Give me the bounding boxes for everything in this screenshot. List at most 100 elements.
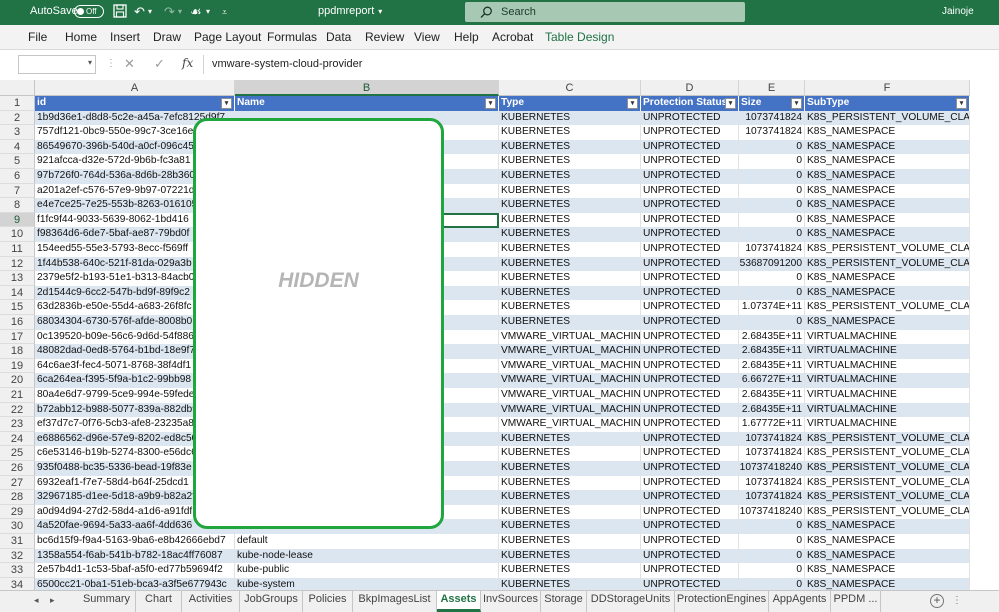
tab-view[interactable]: View xyxy=(414,30,440,44)
row-number[interactable]: 21 xyxy=(0,388,35,403)
table-row[interactable]: 9 f1fc9f44-9033-5639-8062-1bd416 KUBERNETE… xyxy=(0,212,970,228)
cell-type[interactable]: KUBERNETES xyxy=(499,315,641,330)
filter-dropdown-icon[interactable]: ▾ xyxy=(221,97,232,109)
cell-name[interactable]: kube-system xyxy=(235,577,499,590)
cell-subtype[interactable]: VIRTUALMACHINE xyxy=(805,417,970,432)
redo-dropdown-icon[interactable]: ▾ xyxy=(178,4,182,20)
row-number[interactable]: 18 xyxy=(0,344,35,359)
table-row[interactable]: 7 a201a2ef-c576-57e9-9b97-07221d KUBERNETE… xyxy=(0,183,970,199)
cell-subtype[interactable]: K8S_NAMESPACE xyxy=(805,534,970,549)
cell-size[interactable]: 0 xyxy=(739,548,805,564)
cell-protection-status[interactable]: UNPROTECTED xyxy=(641,577,739,590)
plus-icon[interactable]: + xyxy=(930,594,944,608)
search-box[interactable]: Search xyxy=(465,2,745,22)
cell-subtype[interactable]: VIRTUALMACHINE xyxy=(805,344,970,359)
row-number[interactable]: 10 xyxy=(0,227,35,242)
cell-subtype[interactable]: K8S_NAMESPACE xyxy=(805,315,970,330)
cell-protection-status[interactable]: UNPROTECTED xyxy=(641,344,739,359)
cell-type[interactable]: KUBERNETES xyxy=(499,285,641,301)
sheet-tab-activities[interactable]: Activities xyxy=(182,591,240,612)
cell-subtype[interactable]: K8S_NAMESPACE xyxy=(805,212,970,228)
cell-size[interactable]: 0 xyxy=(739,577,805,590)
table-row[interactable]: 20 6ca264ea-f395-5f9a-b1c2-99bb98 VMWARE_V… xyxy=(0,373,970,388)
cell-type[interactable]: VMWARE_VIRTUAL_MACHINE xyxy=(499,417,641,432)
cell-size[interactable]: 2.68435E+11 xyxy=(739,402,805,418)
table-row[interactable]: 15 63d2836b-e50e-55d4-a683-26f8fc KUBERNET… xyxy=(0,300,970,315)
table-row[interactable]: 14 2d1544c9-6cc2-547b-bd9f-89f9c2 KUBERNET… xyxy=(0,285,970,301)
cell-type[interactable]: VMWARE_VIRTUAL_MACHINE xyxy=(499,402,641,418)
row-number[interactable]: 24 xyxy=(0,431,35,447)
table-row[interactable]: 2 1b9d36e1-d8d8-5c2e-a45a-7efc8125d9f7 KUB… xyxy=(0,110,970,126)
cell-name[interactable]: kube-public xyxy=(235,563,499,578)
row-number[interactable]: 26 xyxy=(0,461,35,476)
row-number[interactable]: 2 xyxy=(0,110,35,126)
row-number[interactable]: 22 xyxy=(0,402,35,418)
cell-protection-status[interactable]: UNPROTECTED xyxy=(641,285,739,301)
cell-subtype[interactable]: K8S_PERSISTENT_VOLUME_CLAIM xyxy=(805,110,970,126)
table-row[interactable]: 24 e6886562-d96e-57e9-8202-ed8c50 KUBERNET… xyxy=(0,431,970,447)
table-row[interactable]: 3 757df121-0bc9-550e-99c7-3ce16e KUBERNETE… xyxy=(0,125,970,140)
row-number[interactable]: 4 xyxy=(0,139,35,155)
tab-page-layout[interactable]: Page Layout xyxy=(194,30,261,44)
table-row[interactable]: 33 2e57b4d1-1c53-5baf-a5f0-ed77b59694f2 ku… xyxy=(0,563,970,578)
touch-mode-icon[interactable]: ☙ xyxy=(190,4,202,20)
table-row[interactable]: 29 a0d94d94-27d2-58d4-a1d6-a91fdf KUBERNET… xyxy=(0,504,970,520)
row-number[interactable]: 33 xyxy=(0,563,35,578)
cell-type[interactable]: KUBERNETES xyxy=(499,256,641,272)
filter-dropdown-icon[interactable]: ▾ xyxy=(485,97,496,109)
cell-type[interactable]: KUBERNETES xyxy=(499,446,641,461)
row-number[interactable]: 16 xyxy=(0,315,35,330)
sheet-tab-jobgroups[interactable]: JobGroups xyxy=(240,591,303,612)
cell-size[interactable]: 1073741824 xyxy=(739,431,805,447)
filter-dropdown-icon[interactable]: ▾ xyxy=(725,97,736,109)
cell-size[interactable]: 1073741824 xyxy=(739,446,805,461)
row-number[interactable]: 30 xyxy=(0,519,35,534)
cell-type[interactable]: KUBERNETES xyxy=(499,125,641,140)
autosave-toggle[interactable]: Off xyxy=(74,5,104,18)
header-cell-id[interactable]: id ▾ xyxy=(35,96,235,111)
table-row[interactable]: 6 97b726f0-764d-536a-8d6b-28b360 KUBERNETE… xyxy=(0,169,970,184)
column-header-e[interactable]: E xyxy=(739,80,805,96)
table-row[interactable]: 19 64c6ae3f-fec4-5071-8768-38f4df1 VMWARE_… xyxy=(0,358,970,374)
cell-type[interactable]: KUBERNETES xyxy=(499,110,641,126)
row-number[interactable]: 3 xyxy=(0,125,35,140)
sheet-tab-ddstorageunits[interactable]: DDStorageUnits xyxy=(587,591,675,612)
cell-size[interactable]: 0 xyxy=(739,183,805,199)
cell-type[interactable]: KUBERNETES xyxy=(499,183,641,199)
tab-data[interactable]: Data xyxy=(326,30,351,44)
cell-size[interactable]: 1073741824 xyxy=(739,125,805,140)
vertical-scrollbar[interactable] xyxy=(970,80,999,590)
cell-subtype[interactable]: K8S_PERSISTENT_VOLUME_CLAIM xyxy=(805,300,970,315)
cell-size[interactable]: 0 xyxy=(739,285,805,301)
row-number[interactable]: 19 xyxy=(0,358,35,374)
table-row[interactable]: 26 935f0488-bc35-5336-bead-19f83e KUBERNET… xyxy=(0,461,970,476)
cell-protection-status[interactable]: UNPROTECTED xyxy=(641,212,739,228)
row-number[interactable]: 5 xyxy=(0,154,35,169)
column-header-c[interactable]: C xyxy=(499,80,641,96)
cell-type[interactable]: KUBERNETES xyxy=(499,461,641,476)
column-header-b[interactable]: B xyxy=(235,80,499,96)
cell-type[interactable]: KUBERNETES xyxy=(499,198,641,213)
cell-protection-status[interactable]: UNPROTECTED xyxy=(641,504,739,520)
cell-subtype[interactable]: K8S_NAMESPACE xyxy=(805,285,970,301)
cell-subtype[interactable]: VIRTUALMACHINE xyxy=(805,358,970,374)
row-number[interactable]: 28 xyxy=(0,490,35,505)
cell-subtype[interactable]: K8S_PERSISTENT_VOLUME_CLAIM xyxy=(805,446,970,461)
cell-type[interactable]: KUBERNETES xyxy=(499,169,641,184)
cell-subtype[interactable]: K8S_NAMESPACE xyxy=(805,227,970,242)
row-number[interactable]: 12 xyxy=(0,256,35,272)
cell-protection-status[interactable]: UNPROTECTED xyxy=(641,563,739,578)
header-cell-name[interactable]: Name ▾ xyxy=(235,96,499,111)
cell-size[interactable]: 0 xyxy=(739,139,805,155)
cell-subtype[interactable]: VIRTUALMACHINE xyxy=(805,373,970,388)
cell-protection-status[interactable]: UNPROTECTED xyxy=(641,373,739,388)
cell-subtype[interactable]: K8S_NAMESPACE xyxy=(805,183,970,199)
cell-type[interactable]: KUBERNETES xyxy=(499,577,641,590)
cell-type[interactable]: KUBERNETES xyxy=(499,563,641,578)
sheet-tab-chart[interactable]: Chart xyxy=(136,591,182,612)
cell-protection-status[interactable]: UNPROTECTED xyxy=(641,169,739,184)
table-row[interactable]: 16 68034304-6730-576f-afde-8008b0 KUBERNET… xyxy=(0,315,970,330)
row-number[interactable]: 32 xyxy=(0,548,35,564)
cell-protection-status[interactable]: UNPROTECTED xyxy=(641,271,739,286)
prev-sheet-icon[interactable]: ◂ xyxy=(34,595,39,606)
